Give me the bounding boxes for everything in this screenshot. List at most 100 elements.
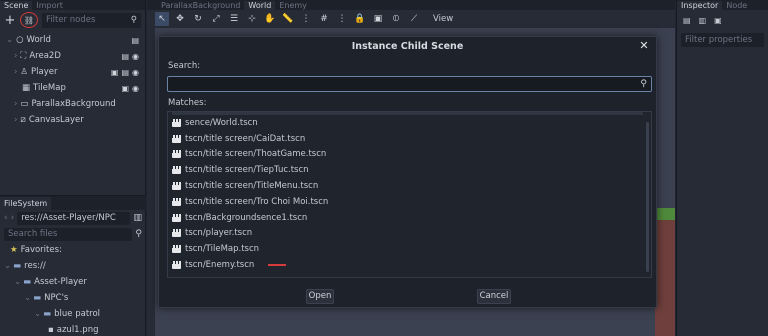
match-item[interactable]: tscn/Backgroundsence1.tscn xyxy=(168,210,651,226)
expand-icon[interactable]: › xyxy=(14,99,17,109)
annotation-mark xyxy=(268,264,287,267)
tree-item-tilemap[interactable]: ▦ TileMap ▣ ◉ xyxy=(0,80,145,96)
visibility-icon[interactable]: ◉ xyxy=(132,68,139,77)
filter-properties-input[interactable]: Filter properties xyxy=(681,33,764,47)
save-resource-icon[interactable]: ▣ xyxy=(714,16,722,25)
view-menu[interactable]: View xyxy=(433,14,453,24)
visibility-icon[interactable]: ◉ xyxy=(132,84,139,93)
match-item[interactable]: sence/World.tscn xyxy=(168,115,651,131)
instance-scene-icon[interactable]: ⛓ xyxy=(20,12,38,28)
bone-icon[interactable]: ⟋ xyxy=(407,12,421,26)
tree-label: NPC's xyxy=(44,293,69,303)
expand-icon[interactable]: › xyxy=(14,51,17,61)
file-tree: ★ Favorites: ⌄ ▬ res:// ⌄ ▬ Asset-Player… xyxy=(0,242,146,336)
search-field[interactable]: ⚲ xyxy=(167,76,652,92)
tree-item-asset-player[interactable]: ⌄ ▬ Asset-Player xyxy=(0,274,146,290)
search-label: Search: xyxy=(168,61,201,71)
match-item[interactable]: tscn/title screen/ThoatGame.tscn xyxy=(168,147,651,163)
scene-dock-tabs: Scene Import xyxy=(0,0,145,10)
rotate-tool-icon[interactable]: ↻ xyxy=(191,12,205,26)
snap-options-icon[interactable]: ⋮ xyxy=(335,12,349,26)
packed-scene-icon xyxy=(172,118,181,127)
scene-toolbar: + ⛓ Filter nodes ⚲ xyxy=(0,10,145,30)
expand-icon[interactable]: › xyxy=(14,67,17,77)
packed-scene-icon xyxy=(172,229,181,238)
collapse-icon[interactable]: ⌄ xyxy=(24,293,31,303)
script-icon[interactable]: ▤ xyxy=(121,52,129,61)
match-item[interactable]: tscn/title screen/TitleMenu.tscn xyxy=(168,178,651,194)
list-select-icon[interactable]: ☰ xyxy=(227,12,241,26)
scene-icon[interactable]: ▣ xyxy=(121,84,129,93)
open-button[interactable]: Open xyxy=(306,289,334,304)
ruler-tool-icon[interactable]: 📏 xyxy=(281,12,295,26)
load-resource-icon[interactable]: ▥ xyxy=(699,16,707,25)
tree-item-world[interactable]: ⌄ ○ World ▤ xyxy=(0,32,145,48)
tree-item-blue-patrol[interactable]: ⌄ ▬ blue patrol xyxy=(0,306,146,322)
match-item[interactable]: tscn/Enemy.tscn xyxy=(168,257,651,273)
search-files-input[interactable]: Search files xyxy=(4,227,133,241)
collapse-icon[interactable]: ⌄ xyxy=(4,261,11,271)
search-input[interactable] xyxy=(168,77,651,91)
match-item[interactable]: tscn/title screen/TiepTuc.tscn xyxy=(168,162,651,178)
lock-icon[interactable]: 🔒 xyxy=(353,12,367,26)
path-field[interactable]: res://Asset-Player/NPC xyxy=(17,211,131,225)
move-tool-icon[interactable]: ✥ xyxy=(173,12,187,26)
match-item[interactable]: tscn/title screen/CaiDat.tscn xyxy=(168,131,651,147)
expand-icon[interactable]: › xyxy=(14,115,17,125)
tree-item-area2d[interactable]: › ⛶ Area2D ▤ ◉ xyxy=(0,48,145,64)
collapse-icon[interactable]: ⌄ xyxy=(14,277,21,287)
add-node-icon[interactable]: + xyxy=(4,13,16,28)
script-icon[interactable]: ▤ xyxy=(121,68,129,77)
matches-scrollbar[interactable] xyxy=(646,122,649,272)
grid-snap-icon[interactable]: # xyxy=(317,12,331,26)
tab-import[interactable]: Import xyxy=(32,1,67,10)
visibility-icon[interactable]: ◉ xyxy=(132,52,139,61)
cancel-button[interactable]: Cancel xyxy=(477,289,511,304)
tab-filesystem[interactable]: FileSystem xyxy=(0,197,52,210)
script-icon[interactable]: ▤ xyxy=(131,36,139,45)
tree-label: CanvasLayer xyxy=(28,115,84,125)
match-item[interactable]: tscn/TileMap.tscn xyxy=(168,241,651,257)
scene-dock: Scene Import + ⛓ Filter nodes ⚲ ⌄ ○ Worl… xyxy=(0,0,146,336)
match-item[interactable]: tscn/player.tscn xyxy=(168,226,651,242)
select-tool-icon[interactable]: ↖ xyxy=(155,12,169,26)
tree-item-player[interactable]: › ♙ Player ▣ ▤ ◉ xyxy=(0,64,145,80)
scale-tool-icon[interactable]: ⤢ xyxy=(209,12,223,26)
split-view-icon[interactable]: ▥ xyxy=(133,213,142,223)
skeleton-icon[interactable]: ⦶ xyxy=(389,12,403,26)
match-item[interactable]: tscn/title screen/Tro Choi Moi.tscn xyxy=(168,194,651,210)
packed-scene-icon xyxy=(172,182,181,191)
packed-scene-icon xyxy=(172,134,181,143)
filesystem-tabs: FileSystem xyxy=(0,196,146,210)
forward-icon[interactable]: › xyxy=(11,213,15,223)
inspector-dock: Inspector Node ▤ ▥ ▣ Filter properties xyxy=(676,0,768,336)
tree-item-parallaxbackground[interactable]: › ▭ ParallaxBackground xyxy=(0,96,145,112)
collapse-icon[interactable]: ⌄ xyxy=(34,309,41,319)
tree-item-canvaslayer[interactable]: › ⧄ CanvasLayer xyxy=(0,112,145,128)
smart-snap-icon[interactable]: ⋮ xyxy=(299,12,313,26)
tree-item-azul1[interactable]: ▪ azul1.png xyxy=(0,322,146,336)
tree-label: azul1.png xyxy=(56,325,99,335)
filter-nodes-input[interactable]: Filter nodes ⚲ xyxy=(42,12,141,28)
tree-label: Asset-Player xyxy=(34,277,87,287)
pivot-icon[interactable]: ⊹ xyxy=(245,12,259,26)
tab-scene-enemy[interactable]: Enemy xyxy=(275,1,311,10)
new-resource-icon[interactable]: ▤ xyxy=(683,16,691,25)
scene-icon[interactable]: ▣ xyxy=(111,68,119,77)
tab-scene[interactable]: Scene xyxy=(0,1,33,10)
tab-scene-world[interactable]: World xyxy=(244,0,276,10)
close-icon[interactable]: ✕ xyxy=(638,40,650,52)
folder-icon: ▬ xyxy=(43,309,52,319)
pan-tool-icon[interactable]: ✋ xyxy=(263,12,277,26)
tab-inspector[interactable]: Inspector xyxy=(677,1,723,10)
collapse-icon[interactable]: ⌄ xyxy=(6,35,13,45)
tree-item-favorites[interactable]: ★ Favorites: xyxy=(0,242,146,258)
tab-node[interactable]: Node xyxy=(722,1,751,10)
kinematic-body-icon: ♙ xyxy=(20,67,29,77)
match-label: tscn/title screen/CaiDat.tscn xyxy=(185,133,306,144)
group-icon[interactable]: ▣ xyxy=(371,12,385,26)
tree-item-npcs[interactable]: ⌄ ▬ NPC's xyxy=(0,290,146,306)
back-icon[interactable]: ‹ xyxy=(4,213,8,223)
tree-item-res[interactable]: ⌄ ▬ res:// xyxy=(0,258,146,274)
tab-scene-parallax[interactable]: ParallaxBackground xyxy=(157,1,244,10)
